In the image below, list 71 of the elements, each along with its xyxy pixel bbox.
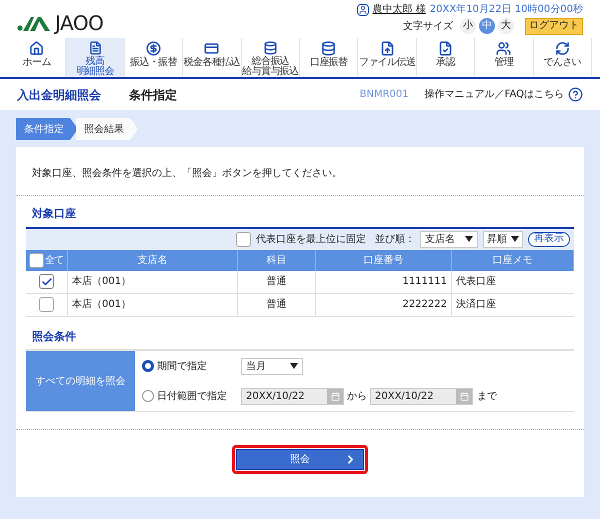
row-checkbox[interactable] <box>39 274 54 289</box>
coin-icon <box>146 41 162 56</box>
caret-icon <box>465 236 473 242</box>
help-link[interactable]: 操作マニュアル／FAQはこちら <box>424 87 564 102</box>
pin-checkbox[interactable] <box>236 232 251 246</box>
radio-button[interactable] <box>142 360 154 372</box>
font-size-button[interactable]: 大 <box>498 18 514 34</box>
column-header: 口座メモ <box>452 250 574 270</box>
option-label: 日付範囲で指定 <box>157 390 228 404</box>
step-indicator: 照会結果 <box>76 118 138 140</box>
option-label: 期間で指定 <box>157 360 208 374</box>
document-icon <box>88 41 103 55</box>
select-all-checkbox[interactable] <box>29 252 44 268</box>
range-suffix: まで <box>477 390 497 404</box>
calendar-icon[interactable] <box>330 392 340 400</box>
page-subtitle: 条件指定 <box>129 86 177 104</box>
caret-icon <box>290 363 298 369</box>
file-check-icon <box>438 41 454 56</box>
table-cell: 決済口座 <box>452 294 574 316</box>
font-size-button[interactable]: 小 <box>460 18 476 34</box>
pin-label: 代表口座を最上位に固定 <box>256 232 366 246</box>
section-title: 対象口座 <box>30 206 77 222</box>
sort-order-select[interactable]: 昇順 <box>483 230 523 248</box>
section-title: 照会条件 <box>31 328 77 344</box>
table-cell: 普通 <box>238 270 316 294</box>
font-size-label: 文字サイズ <box>403 20 453 34</box>
page-title: 入出金明細照会 <box>17 86 101 104</box>
radio-button[interactable] <box>142 390 154 402</box>
sort-label: 並び順： <box>375 232 415 246</box>
nav-tab[interactable]: ファイル伝送 <box>358 38 417 77</box>
user-icon <box>356 4 369 16</box>
file-upload-icon <box>380 41 395 56</box>
card-icon <box>204 41 220 56</box>
submit-button[interactable]: 照会 <box>236 449 364 470</box>
login-datetime: 20XX年10月22日 10時00分00秒 <box>430 4 583 14</box>
database-icon <box>262 41 278 55</box>
help-icon[interactable] <box>568 87 583 102</box>
cycle-icon <box>554 41 570 56</box>
column-header: 全て <box>45 254 63 268</box>
column-header: 科目 <box>238 250 316 270</box>
caret-icon <box>511 236 519 242</box>
database-icon <box>321 41 336 56</box>
date-field[interactable]: 20XX/10/22 <box>370 388 473 404</box>
table-cell: 本店（001） <box>68 294 238 316</box>
table-cell: 代表口座 <box>452 270 574 294</box>
refresh-button[interactable]: 再表示 <box>528 232 570 246</box>
home-icon <box>29 41 44 56</box>
screen-id: BNMR001 <box>360 88 409 102</box>
calendar-icon[interactable] <box>460 392 468 400</box>
table-cell: 2222222 <box>316 294 452 316</box>
condition-label: すべての明細を照会 <box>26 351 135 411</box>
nav-tab[interactable]: 総合振込 給与賞与振込 <box>242 38 300 77</box>
step-indicator: 条件指定 <box>16 118 78 140</box>
row-checkbox[interactable] <box>39 297 54 312</box>
table-cell: 1111111 <box>316 270 452 294</box>
users-icon <box>496 41 512 56</box>
column-header: 支店名 <box>68 250 238 270</box>
logout-button[interactable]: ログアウト <box>525 18 583 34</box>
table-cell: 本店（001） <box>68 270 238 294</box>
date-field[interactable]: 20XX/10/22 <box>241 388 344 404</box>
table-cell: 普通 <box>238 294 316 316</box>
instruction-text: 対象口座、照会条件を選択の上、「照会」ボタンを押してください。 <box>32 168 342 179</box>
logo-text: JAOO <box>55 13 104 33</box>
user-name[interactable]: 農中太郎 様 <box>372 4 426 14</box>
nav-tab[interactable]: 税金各種払込 <box>183 38 242 77</box>
range-separator: から <box>347 390 367 404</box>
period-select[interactable]: 当月 <box>241 358 303 374</box>
logo-icon <box>17 15 51 31</box>
nav-tab[interactable]: 残高 明細照会 <box>66 38 125 77</box>
column-header: 口座番号 <box>316 250 452 270</box>
sort-field-select[interactable]: 支店名 <box>420 230 478 248</box>
